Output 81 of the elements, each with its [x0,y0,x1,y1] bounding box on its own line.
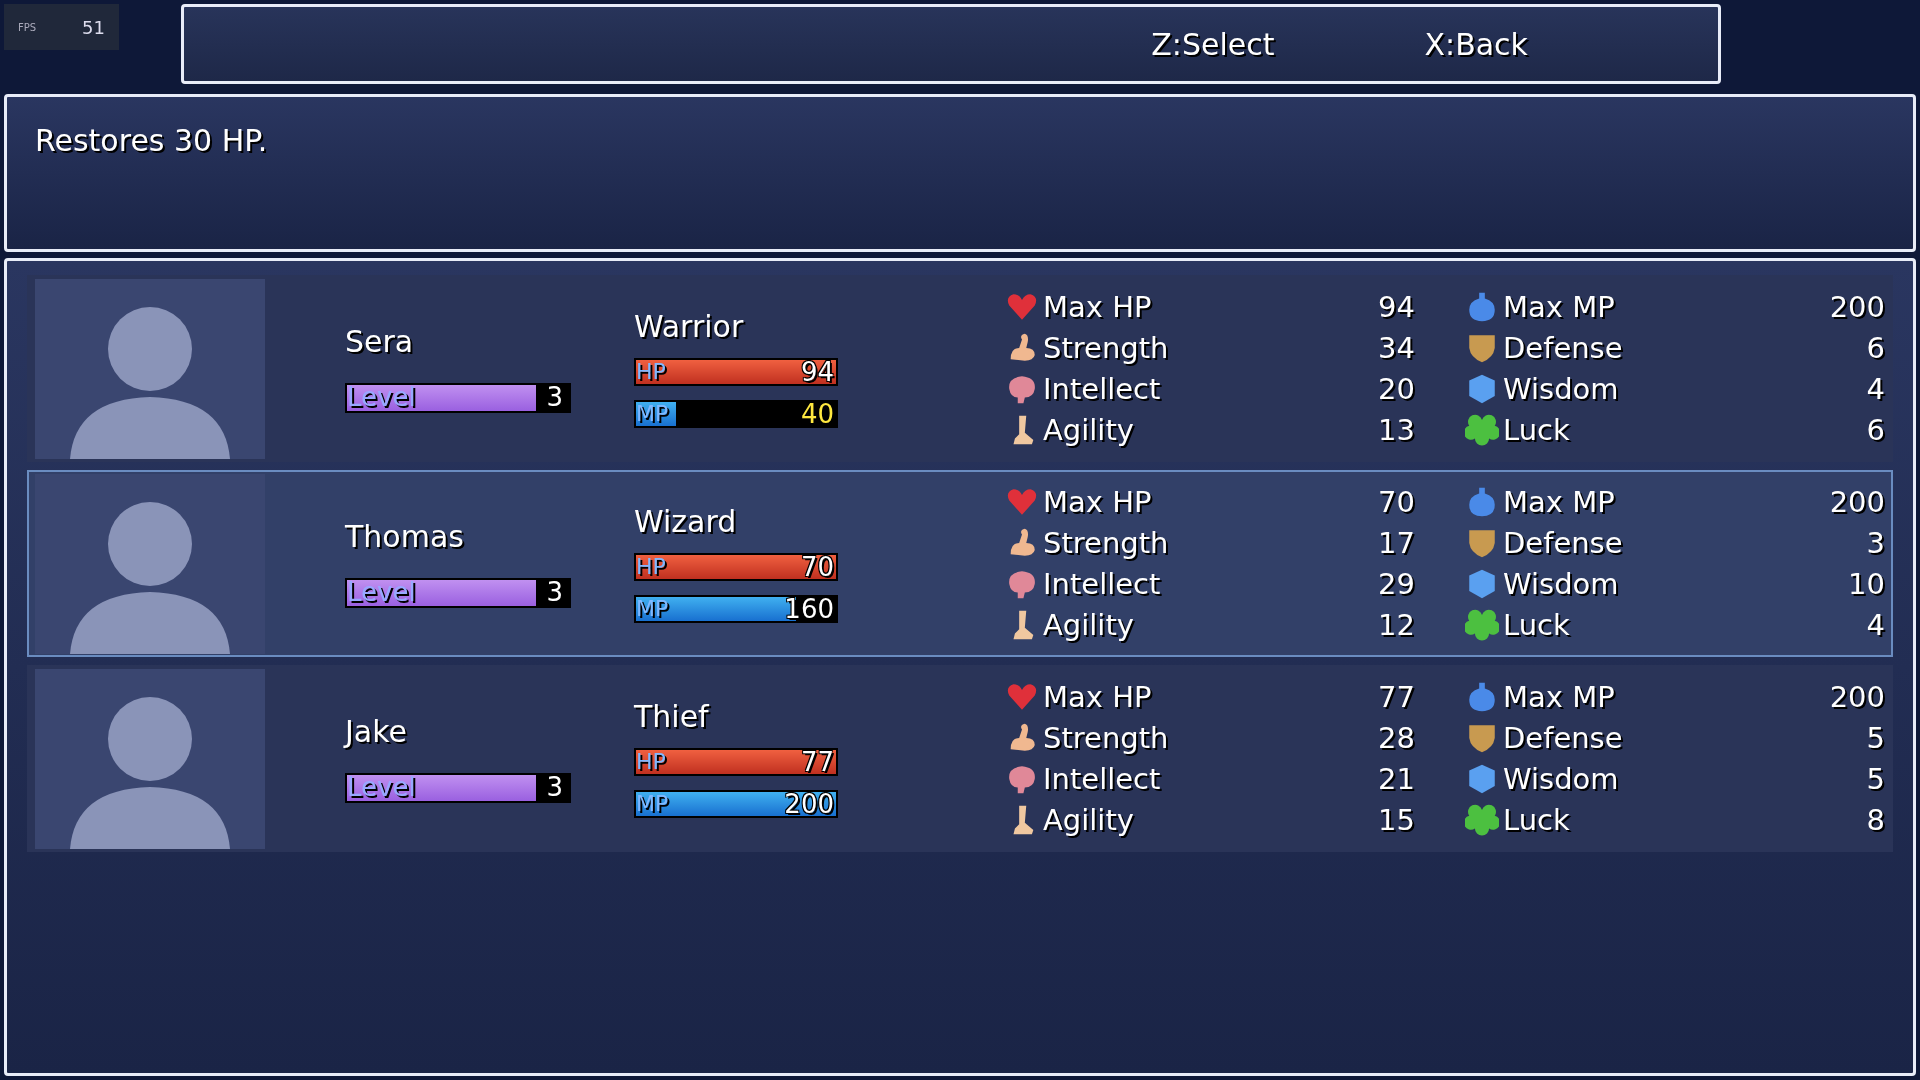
key-hint: X:Back [1424,26,1528,62]
hp-label: HP [636,553,666,581]
character-name: Jake [345,714,408,749]
stat-label: Agility [1043,608,1135,642]
stat-value: 12 [1378,608,1415,642]
stat-label: Luck [1503,608,1571,642]
stat-value: 5 [1866,721,1885,755]
party-member-row[interactable]: Sera Level 3 Warrior HP 94 MP 40 Max HP 94 Strength 34 Intellect 20 Agility 13 Max MP 200 Defense 6 Wisdom 4 Luck 6 [27,275,1893,462]
level-value: 3 [546,576,563,608]
stat-value: 6 [1866,331,1885,365]
stat-label: Wisdom [1503,762,1620,796]
character-name: Sera [345,324,415,359]
stat-label: Defense [1503,526,1624,560]
stat-value: 5 [1866,762,1885,796]
level-label: Level [347,381,416,413]
party-member-row[interactable]: Jake Level 3 Thief HP 77 MP 200 Max HP 77 Strength 28 Intellect 21 Agility 15 Max MP 200 Defense 5 Wisdom 5 Luck 8 [27,665,1893,852]
fps-label: FPS [18,21,37,33]
character-class: Warrior [634,309,745,344]
stat-label: Max HP [1043,290,1153,324]
stat-value: 20 [1378,372,1415,406]
hp-label: HP [636,358,666,386]
stat-value: 200 [1829,290,1885,324]
stat-label: Max MP [1503,485,1616,519]
stat-value: 4 [1866,608,1885,642]
hp-value: 94 [799,356,834,388]
stat-label: Intellect [1043,372,1162,406]
stat-label: Wisdom [1503,372,1620,406]
stat-value: 13 [1378,413,1415,447]
clover-icon [1465,608,1499,642]
stat-value: 70 [1378,485,1415,519]
hp-value: 70 [799,551,834,583]
level-label: Level [347,771,416,803]
stat-label: Intellect [1043,762,1162,796]
stat-label: Defense [1503,721,1624,755]
stat-label: Wisdom [1503,567,1620,601]
stat-value: 15 [1378,803,1415,837]
mp-label: MP [636,790,669,818]
mp-value: 200 [783,788,834,820]
hp-label: HP [636,748,666,776]
stat-value: 3 [1866,526,1885,560]
clover-icon [1465,413,1499,447]
character-class: Thief [634,699,710,734]
stat-value: 200 [1829,485,1885,519]
stat-label: Luck [1503,803,1571,837]
stat-value: 34 [1378,331,1415,365]
stat-value: 21 [1378,762,1415,796]
stat-label: Agility [1043,803,1135,837]
stat-label: Agility [1043,413,1135,447]
description-text: Restores 30 HP. [35,123,268,158]
level-value: 3 [546,771,563,803]
mp-label: MP [636,400,669,428]
stat-label: Defense [1503,331,1624,365]
mp-value: 40 [799,398,834,430]
character-class: Wizard [634,504,738,539]
stat-value: 28 [1378,721,1415,755]
stat-label: Strength [1043,526,1170,560]
stat-value: 77 [1378,680,1415,714]
stat-value: 4 [1866,372,1885,406]
level-label: Level [347,576,416,608]
mp-label: MP [636,595,669,623]
stat-value: 17 [1378,526,1415,560]
stat-value: 6 [1866,413,1885,447]
stat-value: 10 [1848,567,1885,601]
stat-label: Max MP [1503,290,1616,324]
stat-label: Max HP [1043,485,1153,519]
hp-value: 77 [799,746,834,778]
stat-value: 29 [1378,567,1415,601]
stat-label: Max HP [1043,680,1153,714]
clover-icon [1465,803,1499,837]
character-name: Thomas [345,519,465,554]
fps-value: 51 [82,16,105,38]
stat-label: Strength [1043,331,1170,365]
stat-label: Max MP [1503,680,1616,714]
stat-label: Intellect [1043,567,1162,601]
stat-label: Luck [1503,413,1571,447]
stat-value: 200 [1829,680,1885,714]
key-hint: Z:Select [1151,26,1275,62]
stat-label: Strength [1043,721,1170,755]
stat-value: 94 [1378,290,1415,324]
level-value: 3 [546,381,563,413]
stat-value: 8 [1866,803,1885,837]
